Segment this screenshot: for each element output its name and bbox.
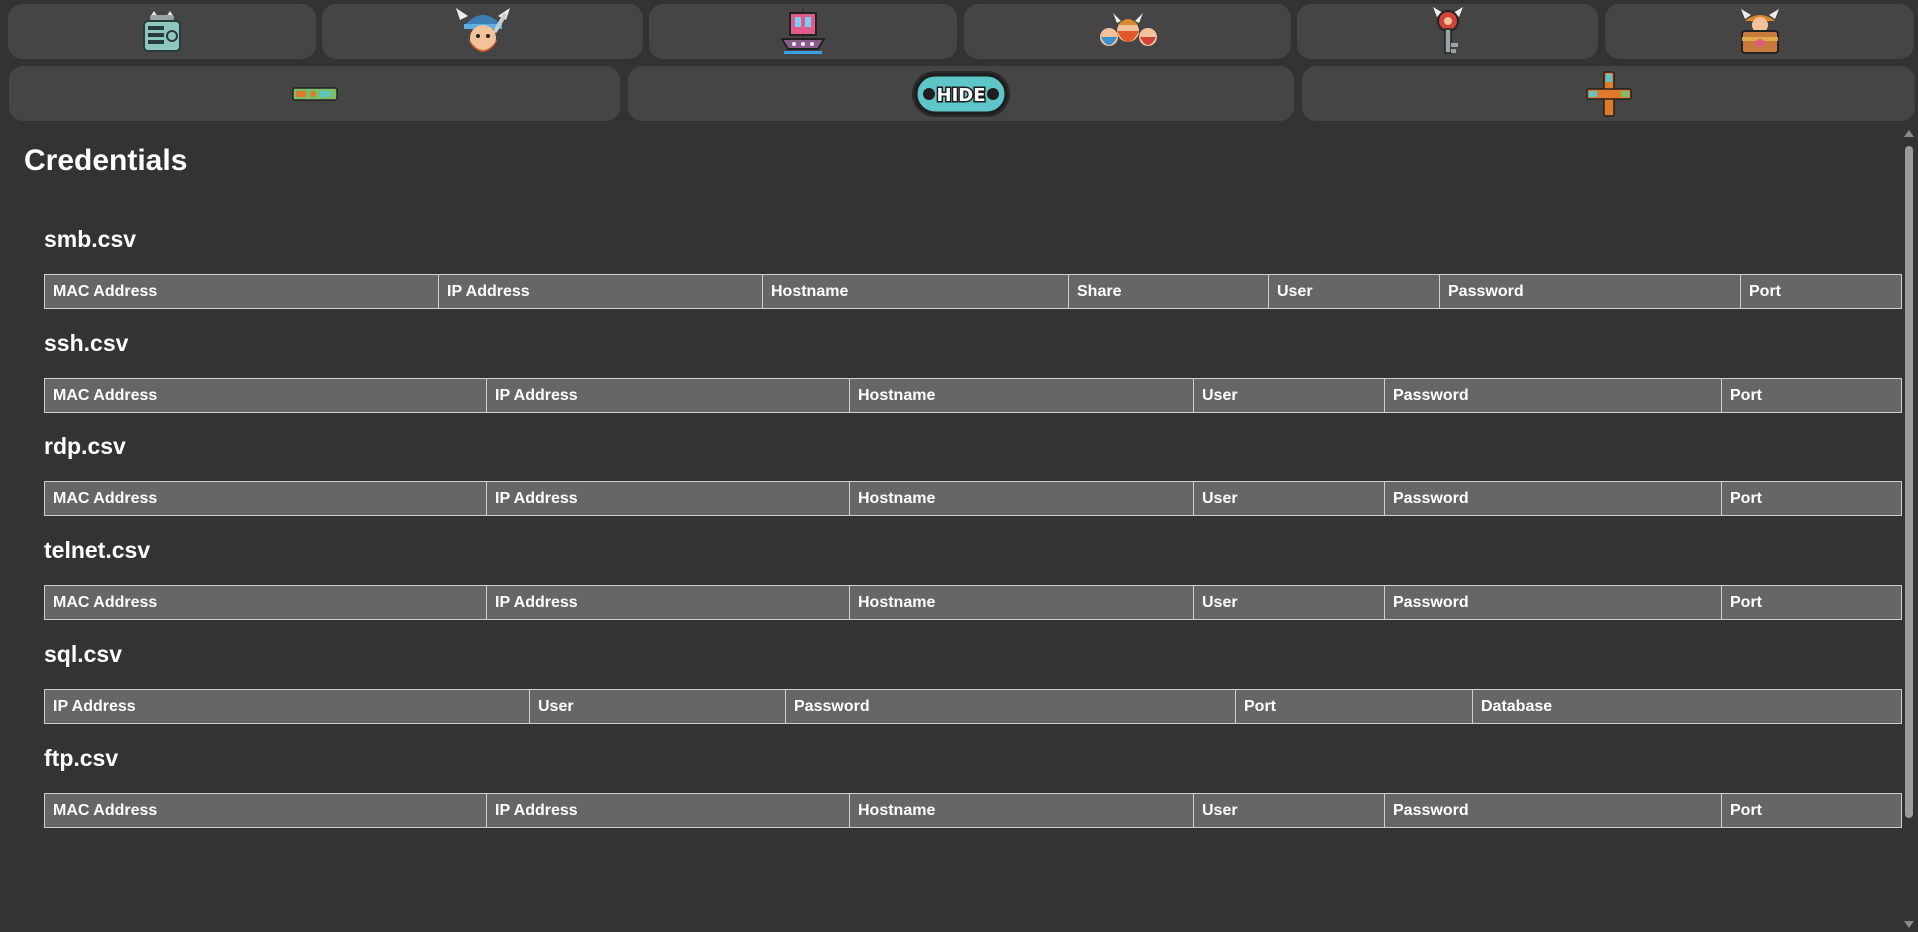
- toolbar-row-2: HIDE: [0, 66, 1918, 121]
- column-header: IP Address: [486, 793, 850, 828]
- viking-ship-icon: [780, 8, 826, 54]
- column-header: Password: [1439, 274, 1741, 309]
- section-title: rdp.csv: [44, 433, 126, 459]
- dpad-icon: [1585, 70, 1632, 117]
- hide-toggle-button[interactable]: HIDE: [628, 66, 1294, 121]
- column-header: User: [1193, 793, 1385, 828]
- table-header-row: MAC Address IP Address Hostname User Pas…: [44, 793, 1902, 828]
- section-title: sql.csv: [44, 641, 122, 667]
- section-smb: smb.csv MAC Address IP Address Hostname …: [44, 226, 1902, 309]
- column-header: IP Address: [44, 689, 530, 724]
- section-sql: sql.csv IP Address User Password Port Da…: [44, 641, 1902, 724]
- column-header: Port: [1721, 585, 1902, 620]
- network-scanner-icon: [143, 10, 181, 52]
- credentials-table: MAC Address IP Address Hostname User Pas…: [44, 585, 1902, 620]
- viking-ship-button[interactable]: [649, 4, 957, 59]
- column-header: MAC Address: [44, 274, 439, 309]
- column-header: IP Address: [486, 378, 850, 413]
- column-header: User: [1193, 585, 1385, 620]
- terminal-status-button[interactable]: [9, 66, 620, 121]
- viking-crew-button[interactable]: [964, 4, 1291, 59]
- viking-key-icon: [1432, 6, 1463, 54]
- scroll-up-arrow-icon[interactable]: [1904, 130, 1914, 137]
- scroll-down-arrow-icon[interactable]: [1904, 921, 1914, 928]
- column-header: IP Address: [486, 585, 850, 620]
- column-header: Hostname: [849, 378, 1194, 413]
- credentials-table: MAC Address IP Address Hostname User Pas…: [44, 793, 1902, 828]
- column-header: User: [1193, 481, 1385, 516]
- section-telnet: telnet.csv MAC Address IP Address Hostna…: [44, 537, 1902, 620]
- section-ftp: ftp.csv MAC Address IP Address Hostname …: [44, 745, 1902, 828]
- column-header: Password: [1384, 481, 1722, 516]
- viking-tools-button[interactable]: [322, 4, 643, 59]
- column-header: Port: [1740, 274, 1902, 309]
- column-header: Password: [1384, 585, 1722, 620]
- hide-toggle-label: HIDE: [937, 85, 986, 106]
- vertical-scrollbar[interactable]: [1900, 126, 1918, 932]
- viking-tools-icon: [455, 7, 510, 52]
- column-header: Hostname: [849, 585, 1194, 620]
- treasure-chest-button[interactable]: [1605, 4, 1914, 59]
- section-ssh: ssh.csv MAC Address IP Address Hostname …: [44, 330, 1902, 413]
- column-header: User: [529, 689, 786, 724]
- section-title: smb.csv: [44, 226, 137, 252]
- credentials-table: MAC Address IP Address Hostname User Pas…: [44, 481, 1902, 516]
- table-header-row: MAC Address IP Address Hostname User Pas…: [44, 481, 1902, 516]
- section-title: ssh.csv: [44, 330, 129, 356]
- terminal-status-icon: [291, 86, 338, 101]
- dpad-button[interactable]: [1302, 66, 1915, 121]
- credentials-table: MAC Address IP Address Hostname User Pas…: [44, 378, 1902, 413]
- page-title: Credentials: [24, 144, 188, 177]
- table-header-row: MAC Address IP Address Hostname User Pas…: [44, 585, 1902, 620]
- column-header: MAC Address: [44, 585, 487, 620]
- column-header: Database: [1472, 689, 1902, 724]
- column-header: Hostname: [849, 481, 1194, 516]
- section-title: telnet.csv: [44, 537, 151, 563]
- network-scanner-button[interactable]: [8, 4, 316, 59]
- hide-toggle-icon: HIDE: [912, 70, 1010, 117]
- column-header: MAC Address: [44, 378, 487, 413]
- column-header: Port: [1235, 689, 1473, 724]
- column-header: User: [1193, 378, 1385, 413]
- column-header: Hostname: [849, 793, 1194, 828]
- section-title: ftp.csv: [44, 745, 119, 771]
- column-header: IP Address: [486, 481, 850, 516]
- toolbar-row-1: [0, 4, 1918, 59]
- column-header: Port: [1721, 481, 1902, 516]
- treasure-chest-icon: [1740, 8, 1779, 54]
- section-rdp: rdp.csv MAC Address IP Address Hostname …: [44, 433, 1902, 516]
- credentials-panel: Credentials smb.csv MAC Address IP Addre…: [0, 130, 1902, 930]
- column-header: Password: [785, 689, 1236, 724]
- credentials-table: MAC Address IP Address Hostname Share Us…: [44, 274, 1902, 309]
- column-header: User: [1268, 274, 1440, 309]
- column-header: IP Address: [438, 274, 763, 309]
- column-header: Password: [1384, 378, 1722, 413]
- viking-key-button[interactable]: [1297, 4, 1598, 59]
- table-header-row: MAC Address IP Address Hostname User Pas…: [44, 378, 1902, 413]
- scrollbar-thumb[interactable]: [1905, 146, 1913, 818]
- column-header: MAC Address: [44, 793, 487, 828]
- column-header: Hostname: [762, 274, 1069, 309]
- table-header-row: IP Address User Password Port Database: [44, 689, 1902, 724]
- column-header: Password: [1384, 793, 1722, 828]
- viking-crew-icon: [1099, 12, 1157, 46]
- column-header: Share: [1068, 274, 1269, 309]
- credentials-table: IP Address User Password Port Database: [44, 689, 1902, 724]
- column-header: MAC Address: [44, 481, 487, 516]
- table-header-row: MAC Address IP Address Hostname Share Us…: [44, 274, 1902, 309]
- column-header: Port: [1721, 378, 1902, 413]
- column-header: Port: [1721, 793, 1902, 828]
